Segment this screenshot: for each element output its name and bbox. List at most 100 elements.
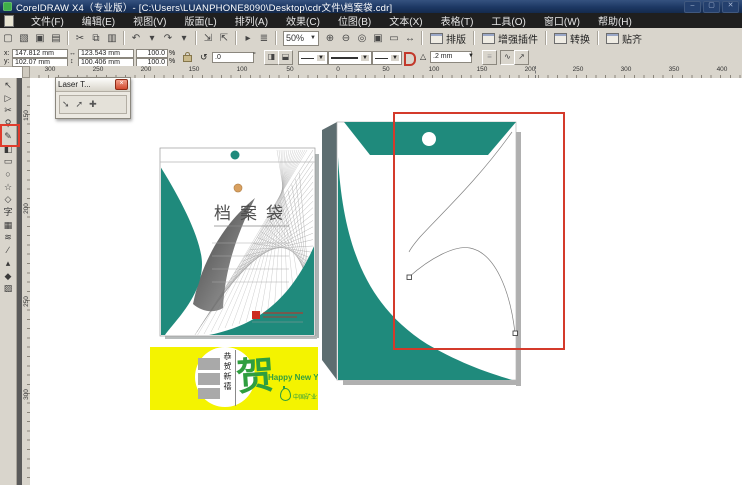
- menu-item-9[interactable]: 表格(T): [432, 13, 483, 28]
- menu-item-11[interactable]: 窗口(W): [535, 13, 589, 28]
- pick-tool[interactable]: ↖: [1, 79, 15, 91]
- minimize-button[interactable]: –: [684, 1, 701, 13]
- eyedropper-tool[interactable]: ∕: [1, 244, 15, 256]
- interactive-fill-tool[interactable]: ▨: [1, 282, 15, 294]
- shape-tool[interactable]: ▷: [1, 92, 15, 104]
- ellipse-tool[interactable]: ○: [1, 168, 15, 180]
- menu-item-3[interactable]: 视图(V): [124, 13, 175, 28]
- zoom-out-icon[interactable]: ⊖: [338, 31, 354, 46]
- docker-icon: [554, 33, 567, 44]
- chevron-down-icon: ▼: [317, 55, 325, 61]
- save-icon[interactable]: ▣: [32, 31, 48, 46]
- table-tool[interactable]: ▦: [1, 219, 15, 231]
- laser-settings-icon[interactable]: ✚: [89, 99, 97, 110]
- menu-item-7[interactable]: 位图(B): [329, 13, 380, 28]
- menu-item-6[interactable]: 效果(C): [277, 13, 329, 28]
- outline-width-dropdown[interactable]: .2 mm: [430, 51, 472, 63]
- laser-close-button[interactable]: ×: [115, 79, 128, 90]
- hruler-label: 200: [525, 66, 536, 73]
- reduce-nodes-button[interactable]: ∿: [500, 50, 515, 65]
- hruler-label: 300: [45, 66, 56, 73]
- undo-dropdown-icon[interactable]: ▾: [144, 31, 160, 46]
- basic-shapes-tool[interactable]: ◇: [1, 193, 15, 205]
- print-icon[interactable]: ▤: [48, 31, 64, 46]
- menu-item-2[interactable]: 编辑(E): [73, 13, 124, 28]
- end-arrowhead-dropdown[interactable]: ▼: [372, 51, 402, 65]
- left-envelope-shadow-bottom: [165, 336, 317, 339]
- polygon-tool[interactable]: ☆: [1, 181, 15, 193]
- close-button[interactable]: ✕: [722, 1, 739, 13]
- chevron-down-icon: ▼: [468, 53, 474, 59]
- menu-item-4[interactable]: 版面(L): [175, 13, 225, 28]
- hruler-label: 250: [573, 66, 584, 73]
- plugin-button-2[interactable]: 增强插件: [482, 31, 538, 46]
- toolbar-separator: [545, 31, 547, 45]
- fill-tool[interactable]: ◆: [1, 270, 15, 282]
- scale-h-field[interactable]: 100.0: [136, 49, 168, 58]
- laser-toolbar-titlebar[interactable]: Laser T... ×: [56, 78, 130, 92]
- object-width-field[interactable]: 123.543 mm: [78, 49, 134, 58]
- zoom-page-icon[interactable]: ▭: [386, 31, 402, 46]
- start-arrowhead-dropdown[interactable]: ▼: [298, 51, 328, 65]
- mirror-vertical-button[interactable]: ⬓: [278, 50, 293, 65]
- import-icon[interactable]: ⇲: [200, 31, 216, 46]
- menu-item-10[interactable]: 工具(O): [482, 13, 534, 28]
- menu-item-8[interactable]: 文本(X): [380, 13, 431, 28]
- menu-item-1[interactable]: 文件(F): [22, 13, 73, 28]
- laser-curve-a-icon[interactable]: ➘: [62, 99, 70, 110]
- hruler-label: 150: [477, 66, 488, 73]
- toolbar-separator: [123, 31, 125, 45]
- export-icon[interactable]: ⇱: [216, 31, 232, 46]
- text-tool[interactable]: 字: [1, 206, 15, 218]
- curve-smoothness-button[interactable]: ↗: [514, 50, 529, 65]
- rectangle-tool[interactable]: ▭: [1, 155, 15, 167]
- welcome-screen-icon[interactable]: ≣: [256, 31, 272, 46]
- open-icon[interactable]: ▧: [16, 31, 32, 46]
- document-icon: [4, 15, 14, 27]
- new-document-icon[interactable]: ▢: [0, 31, 16, 46]
- redo-dropdown-icon[interactable]: ▾: [176, 31, 192, 46]
- copy-icon[interactable]: ⧉: [88, 31, 104, 46]
- zoom-page-width-icon[interactable]: ↔: [402, 31, 418, 46]
- greeting-card-design[interactable]: 恭贺新禧 贺 Happy New Year 中国矿业: [150, 347, 318, 410]
- plugin-button-label: 贴齐: [622, 31, 642, 46]
- vruler-label: 150: [23, 110, 30, 121]
- rotate-icon: ↺: [200, 52, 208, 63]
- laser-floating-toolbar[interactable]: Laser T... × ➘ ➚ ✚: [55, 77, 131, 119]
- zoom-level-combo[interactable]: 50% ▼: [283, 31, 319, 46]
- menu-item-5[interactable]: 排列(A): [226, 13, 277, 28]
- left-envelope-design[interactable]: 档案袋: [157, 146, 320, 342]
- plugin-button-1[interactable]: 排版: [430, 31, 466, 46]
- laser-curve-b-icon[interactable]: ➚: [76, 99, 84, 110]
- object-width-icon: ↔: [69, 50, 76, 57]
- coreldraw-app-icon: [3, 2, 12, 11]
- restore-button[interactable]: ▢: [703, 1, 720, 13]
- undo-icon[interactable]: ↶: [128, 31, 144, 46]
- zoom-in-icon[interactable]: ⊕: [322, 31, 338, 46]
- seal-block-2: [198, 373, 220, 385]
- outline-pen-tool[interactable]: ▴: [1, 257, 15, 269]
- outline-style-dropdown[interactable]: ▼: [328, 51, 372, 65]
- lock-ratio-icon[interactable]: [183, 55, 192, 62]
- blend-tool[interactable]: ≋: [1, 231, 15, 243]
- zoom-all-objects-icon[interactable]: ▣: [370, 31, 386, 46]
- laser-toolbar-body: ➘ ➚ ✚: [59, 95, 127, 114]
- right-envelope-shadow-bottom: [343, 380, 521, 385]
- menu-item-12[interactable]: 帮助(H): [589, 13, 641, 28]
- zoom-selected-icon[interactable]: ◎: [354, 31, 370, 46]
- application-launcher-icon[interactable]: ▸: [240, 31, 256, 46]
- rotation-field[interactable]: .0: [212, 52, 254, 63]
- redo-icon[interactable]: ↷: [160, 31, 176, 46]
- x-position-label: x:: [4, 50, 9, 57]
- hruler-label: 150: [189, 66, 200, 73]
- crop-tool[interactable]: ✂: [1, 104, 15, 116]
- plugin-button-3[interactable]: 转换: [554, 31, 590, 46]
- cut-icon[interactable]: ✂: [72, 31, 88, 46]
- percent-sign-bottom: %: [169, 58, 175, 65]
- auto-close-curve-icon[interactable]: [404, 52, 416, 66]
- mirror-horizontal-button[interactable]: ◨: [264, 50, 279, 65]
- plugin-button-4[interactable]: 贴齐: [606, 31, 642, 46]
- paste-icon[interactable]: ▥: [104, 31, 120, 46]
- x-position-field[interactable]: 147.812 mm: [12, 49, 68, 58]
- ruler-origin-corner[interactable]: [22, 66, 30, 78]
